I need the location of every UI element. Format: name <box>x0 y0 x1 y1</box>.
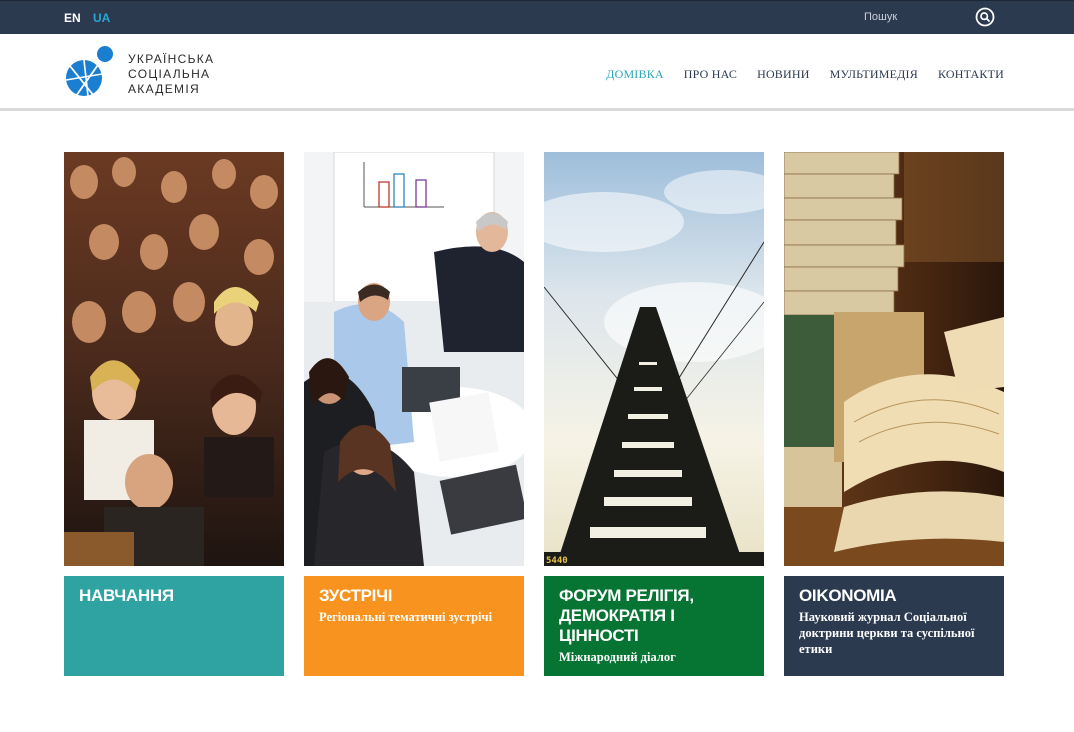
nav-item-news[interactable]: НОВИНИ <box>757 67 810 82</box>
card-meetings-box[interactable]: ЗУСТРІЧІ Регіональні тематичні зустрічі <box>304 576 524 676</box>
card-oikonomia-box[interactable]: OIKONOMIA Науковий журнал Соціальної док… <box>784 576 1004 676</box>
lang-ua-link[interactable]: UA <box>93 11 110 25</box>
card-oikonomia-image[interactable] <box>784 152 1004 566</box>
lang-en-link[interactable]: EN <box>64 11 81 25</box>
card-oikonomia-subtitle: Науковий журнал Соціальної доктрини церк… <box>799 610 975 656</box>
search-input[interactable] <box>864 6 964 28</box>
card-meetings-title: ЗУСТРІЧІ <box>319 586 393 605</box>
nav-item-home[interactable]: ДОМІВКА <box>606 67 664 82</box>
card-forum-box[interactable]: ФОРУМ РЕЛІГІЯ, ДЕМОКРАТІЯ І ЦІННОСТІ Між… <box>544 576 764 676</box>
main-nav: ДОМІВКА ПРО НАС НОВИНИ МУЛЬТИМЕДІЯ КОНТА… <box>586 67 1004 82</box>
card-oikonomia-title: OIKONOMIA <box>799 586 897 605</box>
card-meetings-subtitle: Регіональні тематичні зустрічі <box>319 610 493 624</box>
nav-item-contacts[interactable]: КОНТАКТИ <box>938 67 1004 82</box>
card-meetings-image[interactable] <box>304 152 524 566</box>
site-header: УКРАЇНСЬКА СОЦІАЛЬНА АКАДЕМІЯ ДОМІВКА ПР… <box>0 34 1074 108</box>
top-bar: EN UA <box>0 0 1074 34</box>
nav-item-multimedia[interactable]: МУЛЬТИМЕДІЯ <box>830 67 918 82</box>
card-education-image[interactable] <box>64 152 284 566</box>
card-forum-image[interactable]: 5440 <box>544 152 764 566</box>
card-forum-title: ФОРУМ РЕЛІГІЯ, ДЕМОКРАТІЯ І ЦІННОСТІ <box>559 586 694 645</box>
search-icon[interactable] <box>975 7 995 27</box>
logo-text: УКРАЇНСЬКА СОЦІАЛЬНА АКАДЕМІЯ <box>128 52 215 96</box>
site-logo[interactable]: УКРАЇНСЬКА СОЦІАЛЬНА АКАДЕМІЯ <box>64 44 224 102</box>
card-education-box[interactable]: НАВЧАННЯ <box>64 576 284 676</box>
card-forum-subtitle: Міжнародний діалог <box>559 650 676 664</box>
logo-mark-icon <box>65 46 113 97</box>
nav-item-about[interactable]: ПРО НАС <box>684 67 737 82</box>
header-divider <box>0 108 1074 111</box>
svg-text:5440: 5440 <box>546 556 568 566</box>
card-education-title: НАВЧАННЯ <box>79 586 174 605</box>
